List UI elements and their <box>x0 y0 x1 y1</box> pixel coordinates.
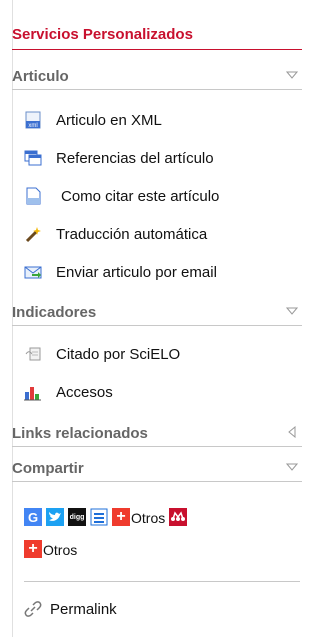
list-icon[interactable] <box>90 508 108 526</box>
item-label: Articulo en XML <box>56 111 162 129</box>
chevron-down-icon <box>286 463 298 471</box>
digg-icon[interactable]: digg <box>68 508 86 526</box>
otros-button[interactable]: + Otros <box>24 540 77 558</box>
otros-share-button[interactable]: + Otros <box>112 508 165 526</box>
otros-label: Otros <box>43 542 78 558</box>
google-icon[interactable]: G <box>24 508 42 526</box>
item-label: Accesos <box>56 383 113 401</box>
chevron-down-icon <box>286 307 298 315</box>
section-indicadores[interactable]: Indicadores <box>12 304 302 326</box>
windows-icon <box>24 149 42 167</box>
section-compartir-label: Compartir <box>12 460 84 477</box>
chevron-down-icon <box>286 71 298 79</box>
svg-text:xml: xml <box>28 123 37 129</box>
item-referencias[interactable]: Referencias del artículo <box>24 148 214 168</box>
plus-icon: + <box>112 508 130 526</box>
section-compartir[interactable]: Compartir <box>12 460 302 482</box>
section-articulo-label: Articulo <box>12 68 69 85</box>
plus-icon: + <box>24 540 42 558</box>
services-title: Servicios Personalizados <box>12 26 302 50</box>
magic-wand-icon <box>24 225 42 243</box>
item-label: Como citar este artículo <box>61 187 220 205</box>
permalink-link[interactable]: Permalink <box>24 599 117 619</box>
mendeley-icon[interactable] <box>169 508 188 526</box>
share-buttons: G digg + Otros <box>24 504 188 526</box>
document-icon <box>24 187 42 205</box>
section-links-label: Links relacionados <box>12 425 148 442</box>
item-citado-scielo[interactable]: Citado por SciELO <box>24 344 180 364</box>
item-label: Referencias del artículo <box>56 149 214 167</box>
item-como-citar[interactable]: Como citar este artículo <box>24 186 219 206</box>
twitter-icon[interactable] <box>46 508 64 526</box>
item-label: Traducción automática <box>56 225 208 243</box>
link-icon <box>24 600 42 618</box>
citation-icon <box>24 345 42 363</box>
permalink-label: Permalink <box>50 600 117 618</box>
item-accesos[interactable]: Accesos <box>24 382 113 402</box>
item-label: Citado por SciELO <box>56 345 181 363</box>
item-enviar-email[interactable]: Enviar articulo por email <box>24 262 217 282</box>
bar-chart-icon <box>24 383 42 401</box>
divider <box>24 581 300 582</box>
section-links-relacionados[interactable]: Links relacionados <box>12 425 302 447</box>
item-traduccion[interactable]: Traducción automática <box>24 224 207 244</box>
otros-label: Otros <box>131 510 166 526</box>
section-indicadores-label: Indicadores <box>12 304 97 321</box>
email-icon <box>24 263 42 281</box>
item-articulo-xml[interactable]: xml Articulo en XML <box>24 110 162 130</box>
section-articulo[interactable]: Articulo <box>12 68 302 90</box>
item-label: Enviar articulo por email <box>56 263 217 281</box>
chevron-left-icon <box>288 426 296 438</box>
xml-document-icon: xml <box>24 111 42 129</box>
